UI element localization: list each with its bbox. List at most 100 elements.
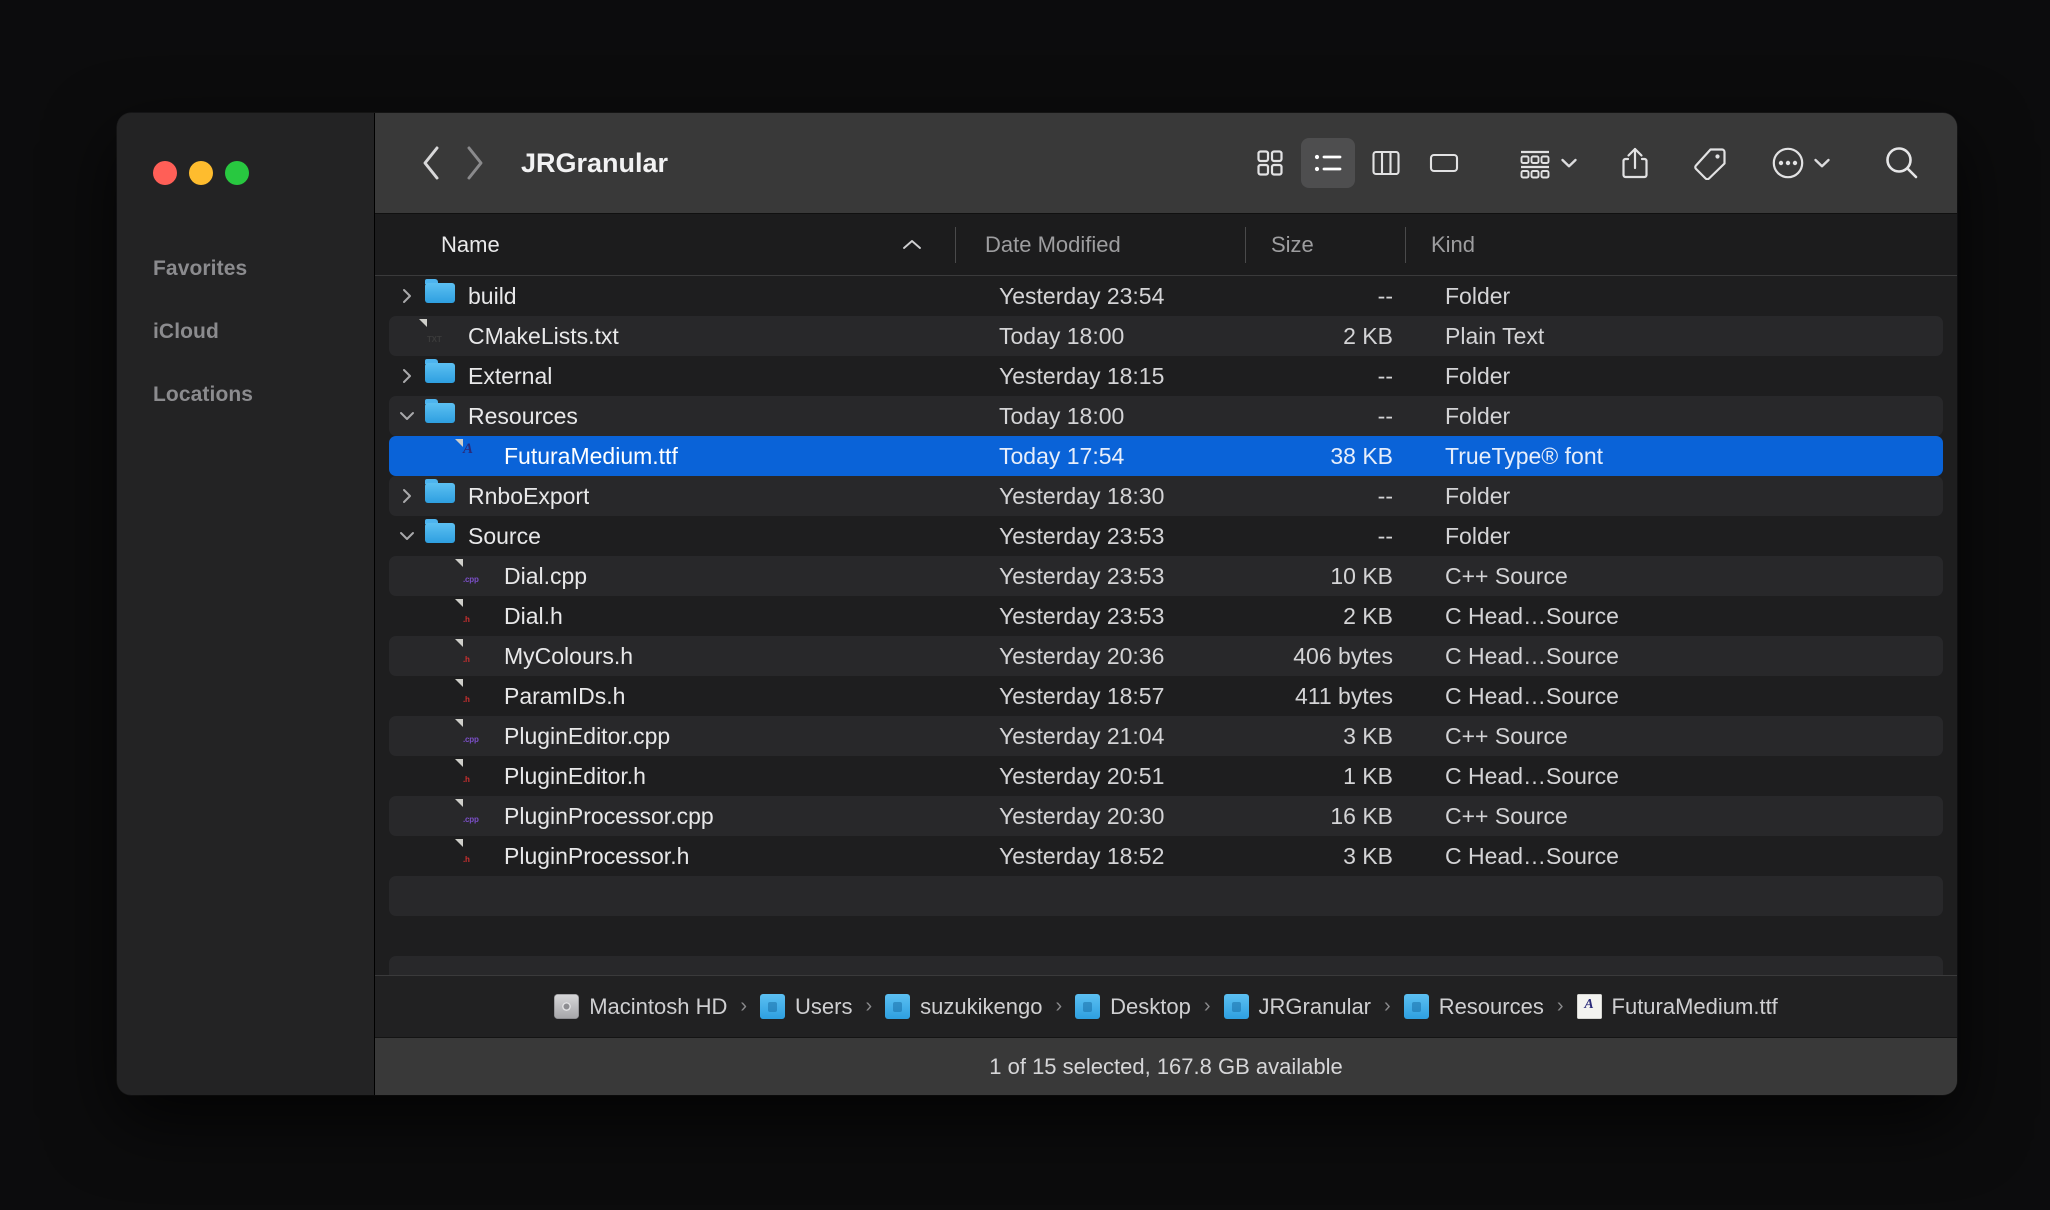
- file-name-cell: External: [389, 359, 969, 393]
- finder-window: Favorites iCloud Locations JRGranular: [117, 113, 1957, 1095]
- sidebar-section-icloud[interactable]: iCloud: [117, 300, 374, 363]
- disclosure-triangle[interactable]: [389, 528, 425, 544]
- file-name-cell: Source: [389, 519, 969, 553]
- share-button[interactable]: [1614, 145, 1656, 181]
- table-row[interactable]: ExternalYesterday 18:15--Folder: [389, 356, 1943, 396]
- search-button[interactable]: [1877, 144, 1927, 182]
- breadcrumb-item[interactable]: Macintosh HD: [552, 994, 729, 1020]
- file-kind: Folder: [1419, 483, 1943, 510]
- column-header-name[interactable]: Name: [375, 214, 955, 275]
- column-divider: [1245, 227, 1246, 263]
- table-row[interactable]: .hPluginEditor.hYesterday 20:511 KBC Hea…: [389, 756, 1943, 796]
- forward-button[interactable]: [453, 141, 497, 185]
- file-date-modified: Yesterday 23:53: [969, 603, 1259, 630]
- sidebar-section-locations[interactable]: Locations: [117, 363, 374, 426]
- file-name: CMakeLists.txt: [468, 323, 619, 350]
- file-date-modified: Today 18:00: [969, 403, 1259, 430]
- table-row[interactable]: .hDial.hYesterday 23:532 KBC Head…Source: [389, 596, 1943, 636]
- breadcrumb-item[interactable]: Resources: [1402, 994, 1546, 1020]
- file-name: FuturaMedium.ttf: [504, 443, 678, 470]
- status-bar: 1 of 15 selected, 167.8 GB available: [375, 1037, 1957, 1095]
- file-name: ParamIDs.h: [504, 683, 625, 710]
- table-row[interactable]: .hPluginProcessor.hYesterday 18:523 KBC …: [389, 836, 1943, 876]
- close-button[interactable]: [153, 161, 177, 185]
- file-kind: C Head…Source: [1419, 603, 1943, 630]
- disclosure-triangle[interactable]: [389, 486, 425, 506]
- column-divider: [1405, 227, 1406, 263]
- table-row[interactable]: .cppPluginEditor.cppYesterday 21:043 KBC…: [389, 716, 1943, 756]
- file-name: Dial.cpp: [504, 563, 587, 590]
- file-name-cell: .hMyColours.h: [389, 639, 969, 673]
- chevron-down-icon: [397, 528, 417, 544]
- file-kind: C++ Source: [1419, 723, 1943, 750]
- breadcrumb-label: Macintosh HD: [589, 994, 727, 1020]
- columns-icon: [1370, 148, 1402, 178]
- ellipsis-icon: [1770, 145, 1806, 181]
- file-size: 3 KB: [1259, 843, 1419, 870]
- table-row[interactable]: SourceYesterday 23:53--Folder: [389, 516, 1943, 556]
- more-button[interactable]: [1764, 145, 1837, 181]
- file-name-cell: .cppDial.cpp: [389, 559, 969, 593]
- gallery-view-button[interactable]: [1417, 138, 1471, 188]
- file-size: 2 KB: [1259, 323, 1419, 350]
- icon-view-button[interactable]: [1243, 138, 1297, 188]
- disclosure-triangle[interactable]: [389, 366, 425, 386]
- breadcrumb-separator: ›: [1044, 995, 1073, 1018]
- zoom-button[interactable]: [225, 161, 249, 185]
- chevron-right-icon: [399, 366, 415, 386]
- breadcrumb[interactable]: Macintosh HD›Users›suzukikengo›Desktop›J…: [375, 975, 1957, 1037]
- sidebar: Favorites iCloud Locations: [117, 113, 375, 1095]
- file-name: PluginEditor.h: [504, 763, 646, 790]
- column-header-size-label: Size: [1271, 232, 1314, 258]
- table-row[interactable]: .cppPluginProcessor.cppYesterday 20:3016…: [389, 796, 1943, 836]
- table-row[interactable]: .hParamIDs.hYesterday 18:57411 bytesC He…: [389, 676, 1943, 716]
- minimize-button[interactable]: [189, 161, 213, 185]
- table-row[interactable]: TXTCMakeLists.txtToday 18:002 KBPlain Te…: [389, 316, 1943, 356]
- breadcrumb-separator: ›: [1373, 995, 1402, 1018]
- breadcrumb-separator: ›: [729, 995, 758, 1018]
- file-name: Resources: [468, 403, 578, 430]
- column-view-button[interactable]: [1359, 138, 1413, 188]
- document-icon: .h: [461, 679, 491, 713]
- file-name: Dial.h: [504, 603, 563, 630]
- breadcrumb-item[interactable]: suzukikengo: [883, 994, 1044, 1020]
- disclosure-triangle[interactable]: [389, 286, 425, 306]
- file-size: --: [1259, 523, 1419, 550]
- file-size: 2 KB: [1259, 603, 1419, 630]
- table-row[interactable]: RnboExportYesterday 18:30--Folder: [389, 476, 1943, 516]
- breadcrumb-item[interactable]: Users: [758, 994, 854, 1020]
- file-name-cell: TXTCMakeLists.txt: [389, 319, 969, 353]
- grid-icon: [1255, 148, 1285, 178]
- file-name-cell: .cppPluginProcessor.cpp: [389, 799, 969, 833]
- file-date-modified: Yesterday 20:30: [969, 803, 1259, 830]
- list-view-button[interactable]: [1301, 138, 1355, 188]
- file-date-modified: Yesterday 18:15: [969, 363, 1259, 390]
- tag-button[interactable]: [1686, 146, 1734, 180]
- disclosure-triangle[interactable]: [389, 408, 425, 424]
- file-kind: C++ Source: [1419, 803, 1943, 830]
- group-by-button[interactable]: [1511, 147, 1584, 179]
- column-header-size[interactable]: Size: [1245, 214, 1405, 275]
- breadcrumb-item[interactable]: Desktop: [1073, 994, 1193, 1020]
- table-row[interactable]: buildYesterday 23:54--Folder: [389, 276, 1943, 316]
- breadcrumb-item[interactable]: FuturaMedium.ttf: [1575, 994, 1780, 1020]
- file-list[interactable]: buildYesterday 23:54--FolderTXTCMakeList…: [375, 276, 1957, 975]
- file-kind: C Head…Source: [1419, 683, 1943, 710]
- table-row[interactable]: AFuturaMedium.ttfToday 17:5438 KBTrueTyp…: [389, 436, 1943, 476]
- table-row[interactable]: .cppDial.cppYesterday 23:5310 KBC++ Sour…: [389, 556, 1943, 596]
- folder-icon: [425, 479, 455, 513]
- table-row[interactable]: .hMyColours.hYesterday 20:36406 bytesC H…: [389, 636, 1943, 676]
- file-kind: C++ Source: [1419, 563, 1943, 590]
- document-icon: .cpp: [461, 719, 491, 753]
- back-button[interactable]: [409, 141, 453, 185]
- column-header-date-modified[interactable]: Date Modified: [955, 214, 1245, 275]
- breadcrumb-item[interactable]: JRGranular: [1222, 994, 1373, 1020]
- column-header-kind[interactable]: Kind: [1405, 214, 1957, 275]
- table-row[interactable]: ResourcesToday 18:00--Folder: [389, 396, 1943, 436]
- file-kind: Plain Text: [1419, 323, 1943, 350]
- sidebar-section-favorites[interactable]: Favorites: [117, 237, 374, 300]
- folder-icon: [425, 519, 455, 553]
- file-name: External: [468, 363, 552, 390]
- file-size: --: [1259, 483, 1419, 510]
- file-kind: TrueType® font: [1419, 443, 1943, 470]
